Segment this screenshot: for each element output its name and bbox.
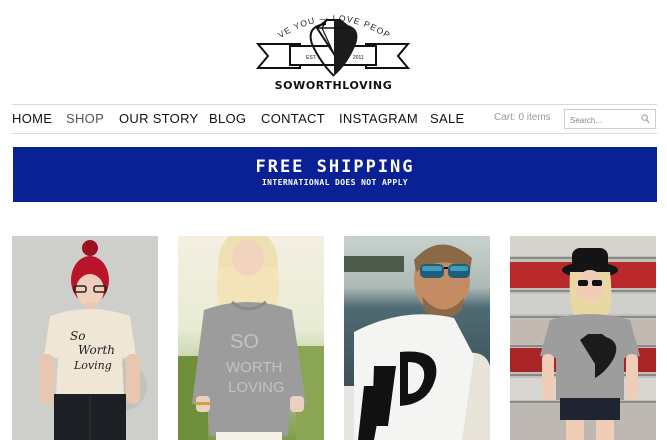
nav-item-shop[interactable]: SHOP — [66, 111, 104, 126]
nav-item-our-story[interactable]: OUR STORY — [119, 111, 199, 126]
nav-item-instagram[interactable]: INSTAGRAM — [339, 111, 418, 126]
nav-item-sale[interactable]: SALE — [430, 111, 464, 126]
product-image-2: SO WORTH LOVING — [178, 236, 324, 440]
free-shipping-banner[interactable]: FREE SHIPPING INTERNATIONAL DOES NOT APP… — [13, 147, 657, 202]
main-navigation: HOME SHOP OUR STORY BLOG CONTACT INSTAGR… — [12, 104, 657, 134]
svg-text:So: So — [70, 329, 85, 343]
product-card-2[interactable]: SO WORTH LOVING — [178, 236, 324, 440]
svg-text:Loving: Loving — [73, 359, 112, 372]
product-card-1[interactable]: So Worth Loving — [12, 236, 158, 440]
svg-text:Worth: Worth — [78, 343, 115, 357]
product-image-1: So Worth Loving — [12, 236, 158, 440]
nav-item-contact[interactable]: CONTACT — [261, 111, 325, 126]
product-card-3[interactable] — [344, 236, 490, 440]
svg-text:WORTH: WORTH — [226, 359, 282, 376]
brand-year: 2011 — [353, 55, 364, 61]
search-input[interactable] — [565, 111, 637, 130]
product-card-4[interactable] — [510, 236, 656, 440]
svg-text:SO: SO — [230, 331, 259, 353]
product-image-4 — [510, 236, 656, 440]
banner-subtitle: INTERNATIONAL DOES NOT APPLY — [261, 178, 409, 187]
search-box[interactable] — [564, 109, 656, 130]
brand-wordmark: SOWORTHLOVING — [274, 79, 393, 92]
search-icon[interactable] — [641, 114, 650, 124]
nav-item-blog[interactable]: BLOG — [209, 111, 246, 126]
diamond-banner-logo-icon: LOVE YOU — LOVE PEOPLE EST. 2011 — [250, 4, 411, 77]
site-logo[interactable]: LOVE YOU — LOVE PEOPLE EST. 2011 SOWORTH… — [0, 0, 667, 100]
brand-est: EST. — [306, 55, 317, 61]
product-image-3 — [344, 236, 490, 440]
svg-text:LOVING: LOVING — [228, 379, 285, 396]
banner-title: FREE SHIPPING — [255, 157, 415, 177]
nav-item-home[interactable]: HOME — [12, 111, 52, 126]
cart-link[interactable]: Cart: 0 items — [494, 112, 551, 123]
